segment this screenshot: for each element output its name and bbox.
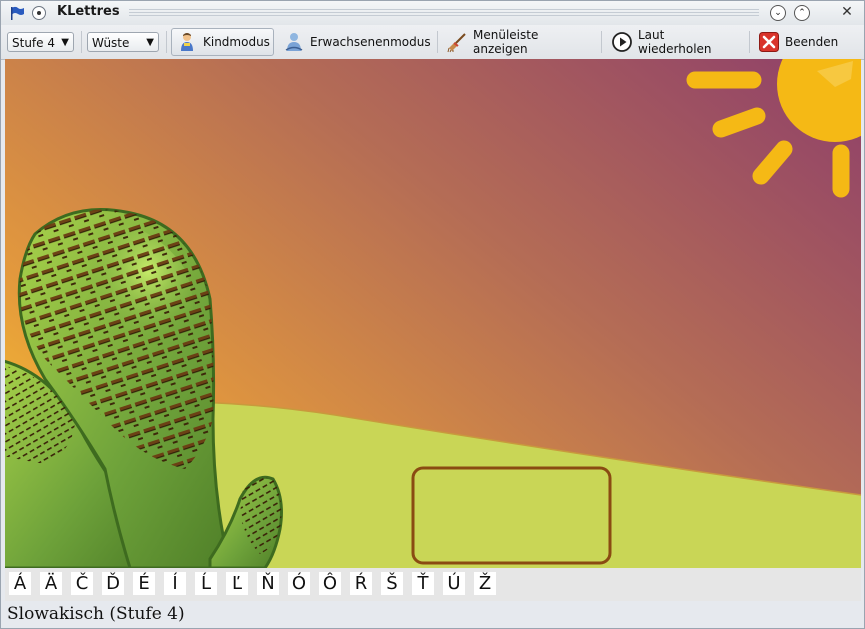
repeat-sound-label: Laut wiederholen (638, 28, 712, 56)
adult-icon (285, 33, 303, 51)
special-letters-bar: ÁÄČĎÉÍĹĽŇÓÔŔŠŤÚŽ (5, 568, 861, 601)
letter-button[interactable]: Ú (443, 572, 465, 595)
letter-button[interactable]: Ď (102, 572, 124, 595)
letter-button[interactable]: Ĺ (195, 572, 217, 595)
toolbar-separator (601, 31, 602, 53)
letter-button[interactable]: Í (164, 572, 186, 595)
show-menubar-button[interactable]: Menüleiste anzeigen (442, 28, 592, 56)
letter-button[interactable]: Ä (40, 572, 62, 595)
letter-button[interactable]: Ŕ (350, 572, 372, 595)
quit-button[interactable]: Beenden (754, 28, 844, 56)
adult-mode-label: Erwachsenenmodus (310, 35, 431, 49)
adult-mode-button[interactable]: Erwachsenenmodus (279, 28, 431, 56)
toolbar-separator (437, 31, 438, 53)
desert-background (5, 59, 861, 568)
level-select-value: Stufe 4 (12, 36, 55, 50)
game-scene (5, 59, 861, 568)
status-text: Slowakisch (Stufe 4) (7, 604, 185, 624)
letter-button[interactable]: Á (9, 572, 31, 595)
toolbar-separator (81, 31, 82, 53)
letter-button[interactable]: Ó (288, 572, 310, 595)
main-toolbar: Stufe 4 ▼ Wüste ▼ Kindmodus Erwachsenenm… (1, 25, 864, 60)
broom-icon (447, 33, 466, 53)
title-decoration (129, 9, 759, 18)
letter-button[interactable]: Ž (474, 572, 496, 595)
letter-button[interactable]: Ľ (226, 572, 248, 595)
level-select[interactable]: Stufe 4 ▼ (7, 32, 74, 52)
play-icon (612, 32, 632, 52)
answer-input-box[interactable] (411, 466, 612, 565)
kid-icon (181, 33, 193, 51)
kid-mode-label: Kindmodus (203, 35, 270, 49)
letter-button[interactable]: Š (381, 572, 403, 595)
title-bar[interactable]: KLettres ⌄ ⌃ ✕ (1, 1, 864, 25)
theme-select-value: Wüste (92, 36, 130, 50)
maximize-button[interactable]: ⌃ (794, 5, 810, 21)
quit-label: Beenden (785, 35, 839, 49)
letter-button[interactable]: É (133, 572, 155, 595)
letter-button[interactable]: Č (71, 572, 93, 595)
letter-button[interactable]: Ô (319, 572, 341, 595)
app-window: KLettres ⌄ ⌃ ✕ Stufe 4 ▼ Wüste ▼ Kindmod… (0, 0, 865, 629)
status-bar: Slowakisch (Stufe 4) (5, 601, 863, 627)
repeat-sound-button[interactable]: Laut wiederholen (607, 28, 742, 56)
letter-button[interactable]: Ť (412, 572, 434, 595)
toolbar-separator (749, 31, 750, 53)
show-menubar-label: Menüleiste anzeigen (473, 28, 539, 56)
close-button[interactable]: ✕ (839, 4, 855, 20)
window-menu-icon[interactable] (9, 5, 25, 21)
window-title: KLettres (57, 4, 120, 19)
theme-select[interactable]: Wüste ▼ (87, 32, 159, 52)
minimize-button[interactable]: ⌄ (770, 5, 786, 21)
toolbar-separator (166, 31, 167, 53)
letter-button[interactable]: Ň (257, 572, 279, 595)
sticky-button[interactable] (32, 6, 46, 20)
kid-mode-button[interactable]: Kindmodus (171, 28, 274, 56)
chevron-down-icon: ▼ (146, 37, 154, 48)
quit-icon (759, 32, 779, 52)
chevron-down-icon: ▼ (61, 37, 69, 48)
